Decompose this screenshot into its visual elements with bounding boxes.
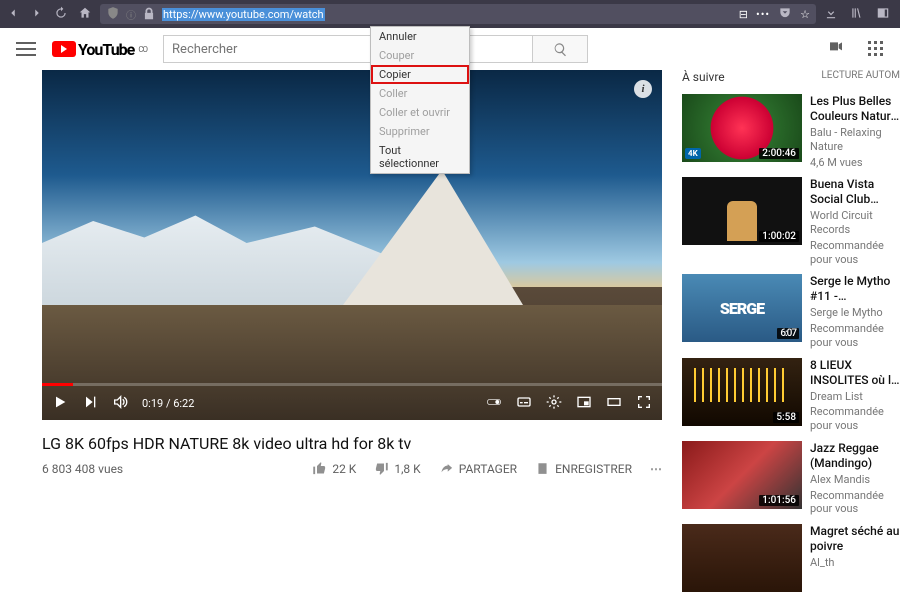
dislike-button[interactable]: 1,8 K: [374, 461, 420, 476]
thumbnail[interactable]: SERGE6:07: [682, 274, 802, 342]
suggested-channel: Serge le Mytho: [810, 306, 900, 320]
play-icon[interactable]: [52, 394, 68, 413]
menu-icon[interactable]: [16, 42, 36, 56]
suggested-title: 8 LIEUX INSOLITES où la LOGIQUE: [810, 358, 900, 388]
share-button[interactable]: PARTAGER: [439, 461, 517, 476]
theater-icon[interactable]: [606, 394, 622, 413]
autoplay-toggle[interactable]: [486, 394, 502, 413]
thumbnail[interactable]: 4K 2:00:46: [682, 94, 802, 162]
ctx-undo[interactable]: Annuler: [371, 27, 469, 46]
suggested-channel: Al_th: [810, 556, 900, 570]
url-bar[interactable]: ⓘ https://www.youtube.com/watch ⊟ ••• ☆: [100, 4, 816, 24]
suggested-title: Buena Vista Social Club album: [810, 177, 900, 207]
save-button[interactable]: ENREGISTRER: [535, 461, 632, 476]
volume-icon[interactable]: [112, 394, 128, 413]
suggested-meta: Recommandée pour vous: [810, 322, 900, 350]
ctx-delete[interactable]: Supprimer: [371, 122, 469, 141]
browser-toolbar: ⓘ https://www.youtube.com/watch ⊟ ••• ☆: [0, 0, 900, 28]
player-controls: 0:19 / 6:22: [42, 386, 662, 420]
autoplay-label: LECTURE AUTOM: [821, 70, 900, 84]
info-icon: ⓘ: [126, 7, 136, 22]
url-text: https://www.youtube.com/watch: [162, 8, 325, 21]
thumbnail[interactable]: 1:00:02: [682, 177, 802, 245]
ctx-paste[interactable]: Coller: [371, 84, 469, 103]
youtube-play-icon: [52, 41, 76, 57]
thumbnail[interactable]: [682, 524, 802, 592]
ctx-paste-go[interactable]: Coller et ouvrir: [371, 103, 469, 122]
duration-badge: 2:00:46: [759, 148, 799, 159]
suggested-meta: 4,6 M vues: [810, 156, 900, 170]
view-count: 6 803 408 vues: [42, 462, 123, 476]
search-icon: [553, 42, 568, 57]
library-icon[interactable]: [850, 5, 864, 24]
home-icon[interactable]: [78, 5, 92, 24]
thumbnail[interactable]: 5:58: [682, 358, 802, 426]
apps-icon[interactable]: [868, 41, 884, 57]
suggested-channel: Alex Mandis: [810, 473, 900, 487]
time-display: 0:19 / 6:22: [142, 397, 194, 410]
forward-icon[interactable]: [30, 5, 44, 24]
thumbnail[interactable]: 1:01:56: [682, 441, 802, 509]
reader-icon[interactable]: ⊟: [739, 8, 748, 21]
more-actions-icon[interactable]: ⋯: [650, 462, 662, 476]
context-menu: Annuler Couper Copier Coller Coller et o…: [370, 26, 470, 174]
region-code: CO: [138, 45, 147, 54]
pocket-icon[interactable]: [778, 6, 792, 23]
badge-4k: 4K: [685, 148, 701, 159]
suggested-meta: Recommandée pour vous: [810, 405, 900, 433]
suggested-video[interactable]: 5:58 8 LIEUX INSOLITES où la LOGIQUE Dream…: [682, 358, 900, 433]
like-button[interactable]: 22 K: [312, 461, 356, 476]
up-next-label: À suivre: [682, 70, 725, 84]
suggested-video[interactable]: SERGE6:07 Serge le Mytho #11 - descendant…: [682, 274, 900, 349]
suggested-meta: Recommandée pour vous: [810, 239, 900, 267]
duration-badge: 1:01:56: [759, 495, 799, 506]
suggested-video[interactable]: 1:00:02 Buena Vista Social Club albumWorl…: [682, 177, 900, 266]
suggested-title: Les Plus Belles Couleurs Nature en 4K II…: [810, 94, 900, 124]
fullscreen-icon[interactable]: [636, 394, 652, 413]
youtube-logo[interactable]: YouTube CO: [52, 40, 147, 59]
back-icon[interactable]: [6, 5, 20, 24]
more-icon[interactable]: •••: [756, 8, 770, 21]
suggested-video[interactable]: 4K 2:00:46 Les Plus Belles Couleurs Nature…: [682, 94, 900, 169]
download-icon[interactable]: [824, 5, 838, 24]
sidebar: À suivre LECTURE AUTOM 4K 2:00:46 Les Plus…: [682, 70, 900, 600]
ctx-copy[interactable]: Copier: [371, 65, 469, 84]
suggested-video[interactable]: Magret séché au poivre Al_th: [682, 524, 900, 592]
settings-icon[interactable]: [546, 394, 562, 413]
suggested-channel: Balu - Relaxing Nature: [810, 126, 900, 154]
star-icon[interactable]: ☆: [800, 8, 810, 21]
search-input[interactable]: [163, 35, 533, 63]
suggested-title: Serge le Mytho #11 - descendant de Louis: [810, 274, 900, 304]
youtube-wordmark: YouTube: [78, 40, 134, 59]
suggested-channel: World Circuit Records: [810, 209, 900, 237]
video-title: LG 8K 60fps HDR NATURE 8k video ultra hd…: [42, 434, 662, 453]
suggested-channel: Dream List: [810, 390, 900, 404]
suggested-title: Jazz Reggae (Mandingo): [810, 441, 900, 471]
camera-icon[interactable]: [826, 39, 846, 59]
miniplayer-icon[interactable]: [576, 394, 592, 413]
cards-icon[interactable]: i: [634, 80, 652, 98]
next-icon[interactable]: [82, 394, 98, 413]
video-player[interactable]: i 0:19 / 6:22: [42, 70, 662, 420]
shield-icon: [106, 6, 120, 23]
ctx-cut[interactable]: Couper: [371, 46, 469, 65]
duration-badge: 1:00:02: [759, 231, 799, 242]
lock-icon: [142, 7, 156, 21]
ctx-select-all[interactable]: Tout sélectionner: [371, 141, 469, 173]
suggested-video[interactable]: 1:01:56 Jazz Reggae (Mandingo) Alex Mandis…: [682, 441, 900, 516]
search-button[interactable]: [533, 35, 588, 63]
duration-badge: 5:58: [773, 412, 799, 423]
subtitles-icon[interactable]: [516, 394, 532, 413]
suggested-meta: Recommandée pour vous: [810, 489, 900, 517]
sidebar-icon[interactable]: [876, 5, 890, 24]
reload-icon[interactable]: [54, 5, 68, 24]
suggested-title: Magret séché au poivre: [810, 524, 900, 554]
duration-badge: 6:07: [777, 328, 799, 339]
